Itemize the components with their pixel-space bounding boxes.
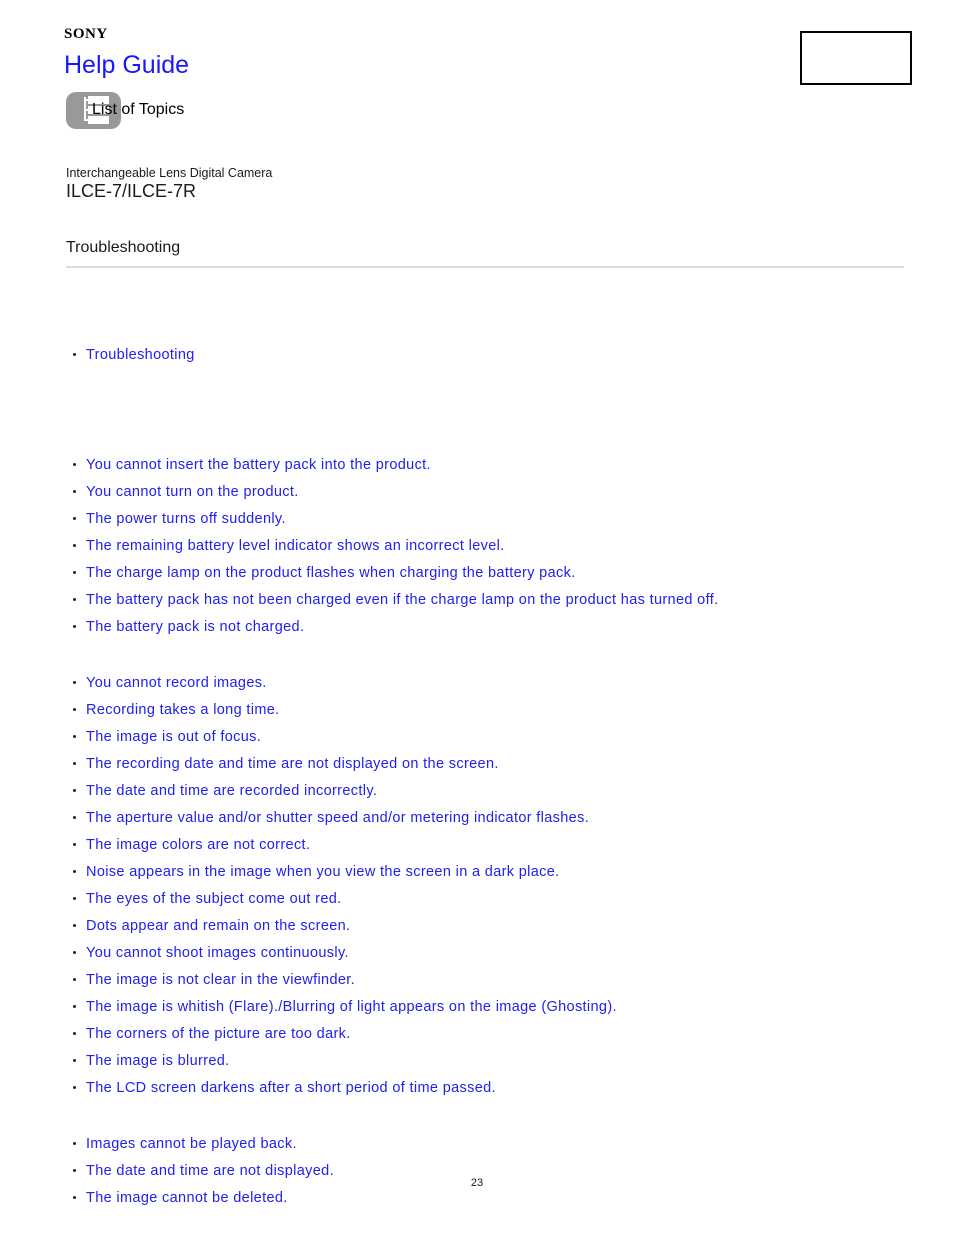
bullet-icon bbox=[73, 681, 76, 684]
list-item: Noise appears in the image when you view… bbox=[66, 858, 926, 885]
list-item: Recording takes a long time. bbox=[66, 696, 926, 723]
bullet-icon bbox=[73, 1196, 76, 1199]
topic-link-group: You cannot insert the battery pack into … bbox=[66, 451, 926, 640]
topic-link[interactable]: Troubleshooting bbox=[86, 347, 195, 363]
list-item: Dots appear and remain on the screen. bbox=[66, 912, 926, 939]
list-item: The power turns off suddenly. bbox=[66, 505, 926, 532]
section-heading: Troubleshooting bbox=[66, 239, 181, 256]
topic-link[interactable]: Images cannot be played back. bbox=[86, 1136, 297, 1152]
sony-logo: SONY bbox=[64, 26, 108, 42]
topic-link[interactable]: The image is out of focus. bbox=[86, 729, 261, 745]
list-item: The LCD screen darkens after a short per… bbox=[66, 1074, 926, 1101]
topic-link[interactable]: The eyes of the subject come out red. bbox=[86, 891, 342, 907]
bullet-icon bbox=[73, 1032, 76, 1035]
list-item: The charge lamp on the product flashes w… bbox=[66, 559, 926, 586]
list-item: The battery pack has not been charged ev… bbox=[66, 586, 926, 613]
topic-link[interactable]: Noise appears in the image when you view… bbox=[86, 864, 560, 880]
list-of-topics-label: List of Topics bbox=[92, 101, 185, 118]
bullet-icon bbox=[73, 517, 76, 520]
product-category: Interchangeable Lens Digital Camera bbox=[66, 166, 273, 180]
bullet-icon bbox=[73, 1142, 76, 1145]
bullet-icon bbox=[73, 544, 76, 547]
bullet-icon bbox=[73, 598, 76, 601]
page-number: 23 bbox=[470, 1177, 484, 1189]
list-item: The image is whitish (Flare)./Blurring o… bbox=[66, 993, 926, 1020]
bullet-icon bbox=[73, 897, 76, 900]
topic-link[interactable]: The image colors are not correct. bbox=[86, 837, 310, 853]
topic-link[interactable]: You cannot shoot images continuously. bbox=[86, 945, 349, 961]
list-item: The remaining battery level indicator sh… bbox=[66, 532, 926, 559]
bullet-icon bbox=[73, 571, 76, 574]
bullet-icon bbox=[73, 625, 76, 628]
list-item: Troubleshooting bbox=[66, 341, 926, 368]
topic-link[interactable]: The image is blurred. bbox=[86, 1053, 230, 1069]
topic-link[interactable]: You cannot insert the battery pack into … bbox=[86, 457, 431, 473]
topic-link[interactable]: Recording takes a long time. bbox=[86, 702, 280, 718]
list-item: The image is not clear in the viewfinder… bbox=[66, 966, 926, 993]
topic-link[interactable]: Dots appear and remain on the screen. bbox=[86, 918, 350, 934]
topic-link-group: Images cannot be played back. The date an… bbox=[66, 1130, 926, 1211]
topic-link-group: Troubleshooting bbox=[66, 341, 926, 368]
bullet-icon bbox=[73, 924, 76, 927]
bullet-icon bbox=[73, 1005, 76, 1008]
bullet-icon bbox=[73, 762, 76, 765]
help-guide-page: SONY Help Guide List of Topics Interchan… bbox=[0, 0, 954, 1235]
bullet-icon bbox=[73, 978, 76, 981]
topic-link[interactable]: The charge lamp on the product flashes w… bbox=[86, 565, 576, 581]
topic-link[interactable]: The aperture value and/or shutter speed … bbox=[86, 810, 589, 826]
list-item: You cannot turn on the product. bbox=[66, 478, 926, 505]
list-item: The aperture value and/or shutter speed … bbox=[66, 804, 926, 831]
list-item: The image is blurred. bbox=[66, 1047, 926, 1074]
product-model: ILCE-7/ILCE-7R bbox=[66, 181, 197, 201]
header-divider bbox=[66, 266, 904, 268]
topic-link[interactable]: The image is not clear in the viewfinder… bbox=[86, 972, 355, 988]
topic-link[interactable]: The LCD screen darkens after a short per… bbox=[86, 1080, 496, 1096]
topic-link[interactable]: You cannot record images. bbox=[86, 675, 267, 691]
topic-link[interactable]: The remaining battery level indicator sh… bbox=[86, 538, 505, 554]
bullet-icon bbox=[73, 1169, 76, 1172]
bullet-icon bbox=[73, 870, 76, 873]
topic-link[interactable]: The recording date and time are not disp… bbox=[86, 756, 499, 772]
topic-link[interactable]: The date and time are recorded incorrect… bbox=[86, 783, 377, 799]
bullet-icon bbox=[73, 353, 76, 356]
topic-link[interactable]: The battery pack has not been charged ev… bbox=[86, 592, 718, 608]
list-item: You cannot shoot images continuously. bbox=[66, 939, 926, 966]
topic-link[interactable]: You cannot turn on the product. bbox=[86, 484, 299, 500]
bullet-icon bbox=[73, 490, 76, 493]
list-item: The image colors are not correct. bbox=[66, 831, 926, 858]
bullet-icon bbox=[73, 789, 76, 792]
topic-link[interactable]: The corners of the picture are too dark. bbox=[86, 1026, 351, 1042]
list-item: You cannot record images. bbox=[66, 669, 926, 696]
list-item: The recording date and time are not disp… bbox=[66, 750, 926, 777]
list-item: The eyes of the subject come out red. bbox=[66, 885, 926, 912]
page-title: Help Guide bbox=[64, 51, 190, 79]
bullet-icon bbox=[73, 463, 76, 466]
bullet-icon bbox=[73, 708, 76, 711]
topic-link[interactable]: The battery pack is not charged. bbox=[86, 619, 304, 635]
bullet-icon bbox=[73, 951, 76, 954]
list-item: The battery pack is not charged. bbox=[66, 613, 926, 640]
list-item: The image is out of focus. bbox=[66, 723, 926, 750]
header-placeholder-box bbox=[800, 31, 912, 85]
bullet-icon bbox=[73, 816, 76, 819]
topic-link[interactable]: The image cannot be deleted. bbox=[86, 1190, 288, 1206]
list-item: The date and time are recorded incorrect… bbox=[66, 777, 926, 804]
list-item: You cannot insert the battery pack into … bbox=[66, 451, 926, 478]
bullet-icon bbox=[73, 735, 76, 738]
bullet-icon bbox=[73, 1059, 76, 1062]
topic-link-group: You cannot record images. Recording takes… bbox=[66, 669, 926, 1101]
list-item: The corners of the picture are too dark. bbox=[66, 1020, 926, 1047]
topic-link[interactable]: The power turns off suddenly. bbox=[86, 511, 286, 527]
topic-link[interactable]: The image is whitish (Flare)./Blurring o… bbox=[86, 999, 617, 1015]
bullet-icon bbox=[73, 1086, 76, 1089]
list-item: Images cannot be played back. bbox=[66, 1130, 926, 1157]
bullet-icon bbox=[73, 843, 76, 846]
